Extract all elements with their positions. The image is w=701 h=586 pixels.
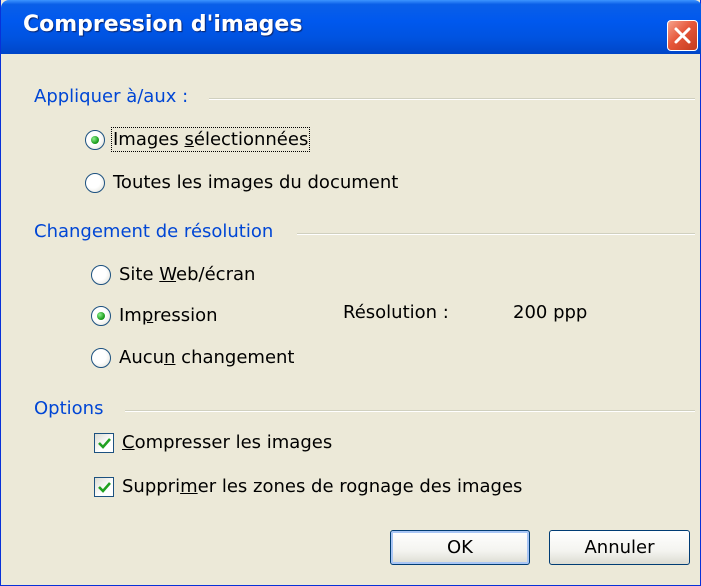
options-group-divider bbox=[125, 410, 695, 412]
checkbox-delete-crop[interactable]: Supprimer les zones de rognage des image… bbox=[94, 476, 522, 497]
label-part: eb/écran bbox=[176, 264, 256, 285]
label-part: Toutes les ima bbox=[113, 172, 242, 193]
radio-button[interactable] bbox=[85, 172, 105, 193]
radio-button[interactable] bbox=[91, 264, 111, 285]
close-icon bbox=[674, 27, 691, 44]
checkmark-icon bbox=[98, 437, 111, 449]
radio-selected-images[interactable]: Images sélectionnées bbox=[85, 127, 311, 152]
label-part: changement bbox=[175, 347, 295, 368]
apply-group-label: Appliquer à/aux : bbox=[34, 86, 189, 107]
cancel-button[interactable]: Annuler bbox=[549, 530, 690, 565]
checkbox-delete-crop-label: Supprimer les zones de rognage des image… bbox=[122, 476, 522, 497]
dialog-title: Compression d'images bbox=[23, 12, 303, 37]
radio-button-selected[interactable] bbox=[85, 129, 105, 150]
label-part: Suppri bbox=[122, 476, 181, 497]
resolution-value: 200 ppp bbox=[513, 302, 588, 323]
label-part: Site bbox=[119, 264, 160, 285]
resolution-group-label: Changement de résolution bbox=[34, 221, 274, 242]
label-part: er les zones de rognage des images bbox=[197, 476, 523, 497]
ok-button[interactable]: OK bbox=[390, 530, 530, 565]
access-key: g bbox=[241, 172, 253, 193]
access-key: C bbox=[122, 432, 135, 453]
resolution-group-divider bbox=[297, 233, 695, 235]
checkbox-compress-images-label: Compresser les images bbox=[122, 432, 332, 453]
radio-print-label: Impression bbox=[119, 305, 218, 326]
options-group-label: Options bbox=[34, 398, 104, 419]
label-part: électionnées bbox=[193, 129, 309, 150]
resolution-label: Résolution : bbox=[343, 302, 449, 323]
checkmark-icon bbox=[98, 481, 111, 493]
label-part: Im bbox=[119, 305, 142, 326]
checkbox-checked[interactable] bbox=[94, 432, 114, 453]
label-part: ression bbox=[153, 305, 218, 326]
label-part: ompresser les images bbox=[134, 432, 333, 453]
compress-images-dialog: Compression d'images Appliquer à/aux : I… bbox=[0, 0, 701, 586]
access-key: W bbox=[159, 264, 177, 285]
apply-group-divider bbox=[209, 98, 695, 100]
title-bar[interactable]: Compression d'images bbox=[1, 0, 701, 54]
access-key: s bbox=[184, 129, 194, 150]
radio-button[interactable] bbox=[91, 347, 111, 368]
label-part: Aucu bbox=[119, 347, 165, 368]
radio-all-images-label: Toutes les images du document bbox=[113, 172, 398, 193]
access-key: p bbox=[141, 305, 154, 326]
label-part: Images bbox=[113, 129, 185, 150]
checkbox-checked[interactable] bbox=[94, 476, 114, 497]
radio-no-change[interactable]: Aucun changement bbox=[91, 347, 295, 368]
radio-button-selected[interactable] bbox=[91, 305, 111, 326]
radio-web-screen[interactable]: Site Web/écran bbox=[91, 264, 255, 285]
access-key: n bbox=[164, 347, 176, 368]
radio-selected-images-label: Images sélectionnées bbox=[110, 127, 311, 152]
radio-no-change-label: Aucun changement bbox=[119, 347, 295, 368]
access-key: m bbox=[180, 476, 198, 497]
checkbox-compress-images[interactable]: Compresser les images bbox=[94, 432, 332, 453]
radio-print[interactable]: Impression bbox=[91, 305, 218, 326]
radio-web-screen-label: Site Web/écran bbox=[119, 264, 255, 285]
radio-all-images[interactable]: Toutes les images du document bbox=[85, 172, 398, 193]
label-part: es du document bbox=[252, 172, 399, 193]
close-button[interactable] bbox=[667, 20, 698, 51]
